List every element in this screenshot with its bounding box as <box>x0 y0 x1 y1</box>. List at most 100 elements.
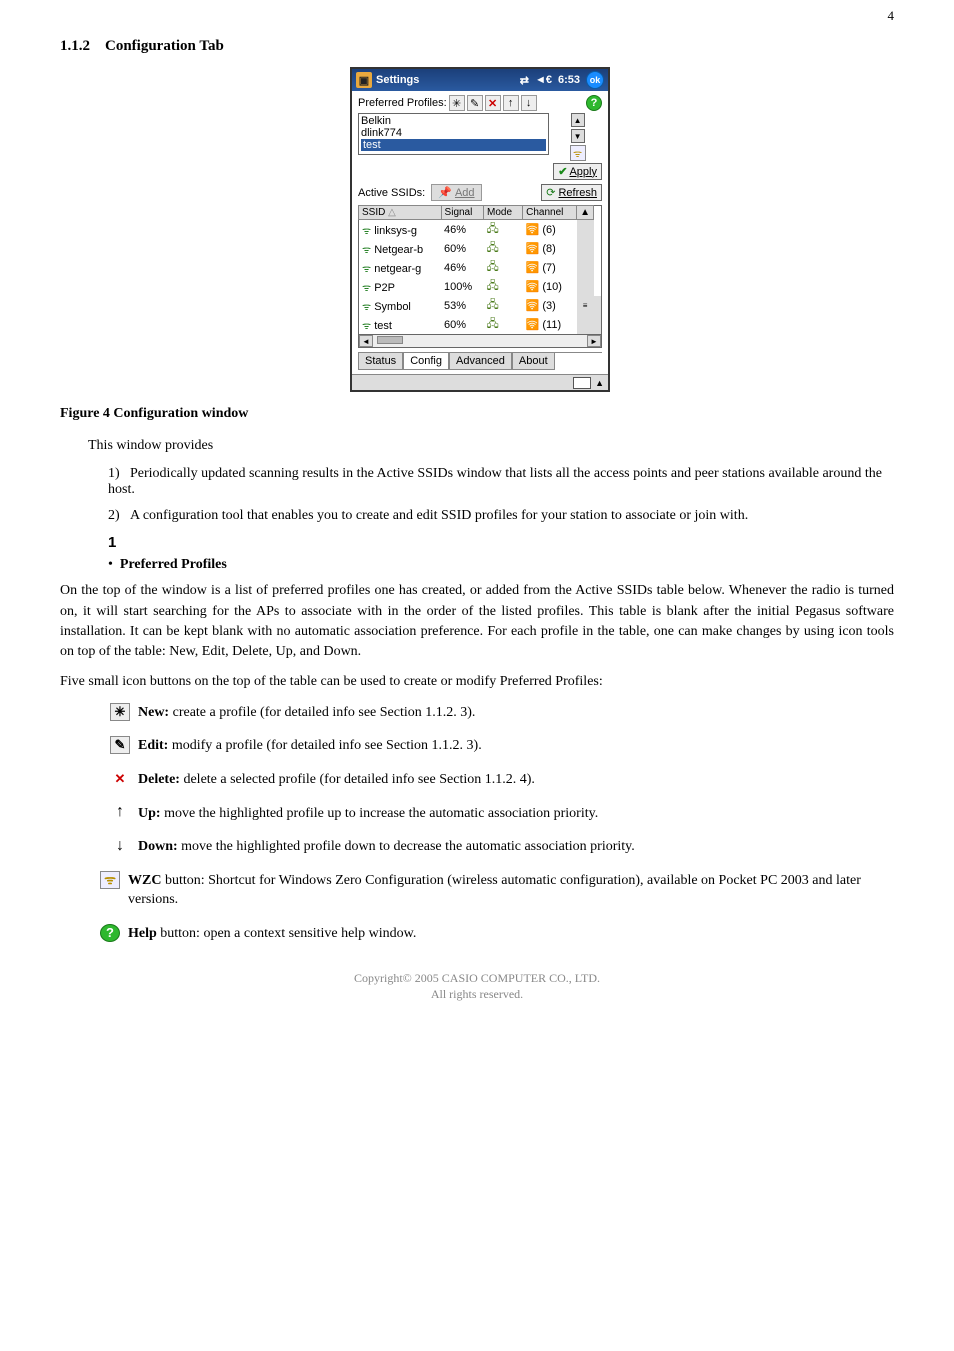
active-ssids-table[interactable]: SSID △ Signal Mode Channel ▲ ᯤ linksys-g… <box>358 205 602 335</box>
page-number: 4 <box>888 8 895 24</box>
profile-item[interactable]: dlink774 <box>361 127 546 139</box>
section-title: Configuration Tab <box>105 38 224 54</box>
table-row[interactable]: ᯤ linksys-g46%🖧🛜 (6) <box>359 220 602 240</box>
edit-icon: ✎ <box>110 736 130 754</box>
ok-button[interactable]: ok <box>586 71 604 89</box>
list-item: 1)Periodically updated scanning results … <box>108 466 894 498</box>
icon-definition-up: ↑ Up: move the highlighted profile up to… <box>110 804 894 824</box>
copyright-line2: All rights reserved. <box>60 986 894 1003</box>
horizontal-scrollbar[interactable]: ◄ ► <box>358 335 602 348</box>
wifi-icon: ᯤ <box>362 302 371 313</box>
scroll-thumb[interactable] <box>377 336 403 344</box>
preferred-profiles-list[interactable]: Belkin dlink774 test <box>358 113 549 155</box>
help-icon: ? <box>100 924 120 942</box>
table-row[interactable]: ᯤ Netgear-b60%🖧🛜 (8) <box>359 239 602 258</box>
delete-icon: ✕ <box>110 770 130 788</box>
channel-icon: 🛜 <box>526 243 540 255</box>
mode-icon: 🖧 <box>487 280 499 292</box>
icon-definition-delete: ✕ Delete: delete a selected profile (for… <box>110 770 894 790</box>
sip-arrow-icon[interactable]: ▲ <box>595 378 604 388</box>
check-icon: ✔ <box>558 165 567 178</box>
sip-bar: ▲ <box>352 374 608 390</box>
mode-icon: 🖧 <box>487 261 499 273</box>
footer: Copyright© 2005 CASIO COMPUTER CO., LTD.… <box>60 970 894 1004</box>
pin-icon: 📌 <box>438 186 452 199</box>
channel-icon: 🛜 <box>526 281 540 293</box>
tab-status[interactable]: Status <box>358 353 403 370</box>
volume-icon: ◄€ <box>535 74 552 86</box>
clock: 6:53 <box>558 74 580 86</box>
icon-definition-down: ↓ Down: move the highlighted profile dow… <box>110 837 894 857</box>
table-row[interactable]: ᯤ test60%🖧🛜 (11) <box>359 315 602 335</box>
edit-icon[interactable]: ✎ <box>467 95 483 111</box>
settings-window: ▣ Settings ⇄ ◄€ 6:53 ok Preferred Profil… <box>350 67 610 392</box>
section-heading: 1.1.2 Configuration Tab <box>60 38 894 55</box>
delete-icon[interactable]: ✕ <box>485 95 501 111</box>
icon-definition-new: ✳ New: create a profile (for detailed in… <box>110 703 894 723</box>
channel-icon: 🛜 <box>526 319 540 331</box>
preferred-para: On the top of the window is a list of pr… <box>60 581 894 662</box>
mode-icon: 🖧 <box>487 318 499 330</box>
scroll-down-button[interactable]: ▼ <box>571 129 585 143</box>
app-icon: ▣ <box>356 72 372 88</box>
down-icon: ↓ <box>110 837 130 855</box>
profile-item[interactable]: Belkin <box>361 115 546 127</box>
scroll-up-button[interactable]: ▲ <box>571 113 585 127</box>
tab-advanced[interactable]: Advanced <box>449 353 512 370</box>
icon-definition-wzc: ᯤ WZC button: Shortcut for Windows Zero … <box>100 871 894 910</box>
preferred-profiles-heading: • Preferred Profiles <box>108 557 894 573</box>
table-row[interactable]: ᯤ P2P100%🖧🛜 (10)≡ <box>359 277 602 296</box>
channel-icon: 🛜 <box>526 262 540 274</box>
wifi-icon: ᯤ <box>362 283 371 294</box>
window-title: Settings <box>376 74 520 86</box>
refresh-button[interactable]: ⟳Refresh <box>541 184 602 201</box>
connectivity-icon: ⇄ <box>520 74 529 87</box>
col-mode[interactable]: Mode <box>484 206 523 220</box>
col-ssid[interactable]: SSID △ <box>359 206 442 220</box>
scroll-left-button[interactable]: ◄ <box>359 335 373 347</box>
preferred-profiles-label: Preferred Profiles: <box>358 97 447 109</box>
table-row[interactable]: ᯤ netgear-g46%🖧🛜 (7) <box>359 258 602 277</box>
down-icon[interactable]: ↓ <box>521 95 537 111</box>
new-icon[interactable]: ✳ <box>449 95 465 111</box>
mode-icon: 🖧 <box>487 223 499 235</box>
channel-icon: 🛜 <box>526 224 540 236</box>
wzc-button[interactable]: ᯤ <box>570 145 586 161</box>
refresh-icon: ⟳ <box>546 186 555 199</box>
tab-bar: Status Config Advanced About <box>358 352 602 370</box>
scroll-right-button[interactable]: ► <box>587 335 601 347</box>
window-titlebar: ▣ Settings ⇄ ◄€ 6:53 ok <box>352 69 608 91</box>
five-icons-intro: Five small icon buttons on the top of th… <box>60 672 894 692</box>
numbered-marker: 1 <box>108 534 894 551</box>
wifi-icon: ᯤ <box>362 321 371 332</box>
wzc-icon: ᯤ <box>100 871 120 889</box>
up-icon: ↑ <box>110 804 130 822</box>
icon-definition-help: ? Help button: open a context sensitive … <box>100 924 894 944</box>
keyboard-icon[interactable] <box>573 377 591 389</box>
section-number: 1.1.2 <box>60 38 90 54</box>
mode-icon: 🖧 <box>487 299 499 311</box>
copyright-line1: Copyright© 2005 CASIO COMPUTER CO., LTD. <box>60 970 894 987</box>
col-signal[interactable]: Signal <box>441 206 483 220</box>
table-row[interactable]: ᯤ Symbol53%🖧🛜 (3) <box>359 296 602 315</box>
tab-about[interactable]: About <box>512 353 555 370</box>
col-scroll[interactable]: ▲ <box>577 206 594 220</box>
scroll-track[interactable] <box>373 335 587 347</box>
up-icon[interactable]: ↑ <box>503 95 519 111</box>
wifi-icon: ᯤ <box>362 245 371 256</box>
apply-button[interactable]: ✔Apply <box>553 163 602 180</box>
icon-definition-edit: ✎ Edit: modify a profile (for detailed i… <box>110 736 894 756</box>
help-icon[interactable]: ? <box>586 95 602 111</box>
sort-indicator-icon: △ <box>388 207 396 218</box>
wifi-icon: ᯤ <box>362 226 371 237</box>
add-button[interactable]: 📌Add <box>431 184 481 201</box>
new-icon: ✳ <box>110 703 130 721</box>
tab-config[interactable]: Config <box>403 353 449 370</box>
figure-caption: Figure 4 Configuration window <box>60 406 894 422</box>
active-ssids-label: Active SSIDs: <box>358 187 425 199</box>
intro-text: This window provides <box>88 436 894 456</box>
col-channel[interactable]: Channel <box>523 206 577 220</box>
mode-icon: 🖧 <box>487 242 499 254</box>
channel-icon: 🛜 <box>526 300 540 312</box>
profile-item-selected[interactable]: test <box>361 139 546 151</box>
